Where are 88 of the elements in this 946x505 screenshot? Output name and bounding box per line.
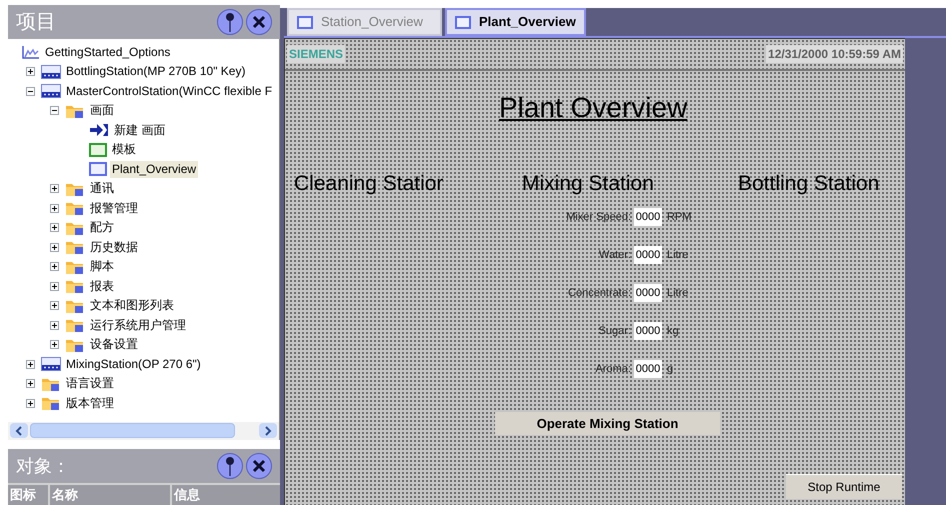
tree-item[interactable]: 配方 [88,219,116,236]
pin-icon [225,12,235,32]
close-button[interactable] [246,8,272,35]
folder-icon [65,278,85,294]
close-icon [252,459,266,474]
value-field[interactable]: 0000 [634,208,662,226]
tree-item[interactable]: 运行系统用户管理 [88,316,188,334]
unit-label: Litre [667,248,688,263]
collapse-toggle[interactable] [26,86,35,96]
screen-tab[interactable]: Plant_Overview [445,8,586,36]
field-label: Sugar: [598,324,631,339]
station-heading: Mixing Station [522,171,654,197]
expand-toggle[interactable] [50,282,59,291]
panel-title: 项目 [16,10,57,35]
close-icon [252,14,266,29]
tree-item[interactable]: 通讯 [88,180,116,198]
value-field[interactable]: 0000 [634,246,662,264]
expand-toggle[interactable] [50,340,59,350]
field-label: Mixer Speed: [565,210,631,225]
expand-toggle[interactable] [50,242,59,252]
folder-icon [41,395,61,412]
stop-button[interactable]: Stop Runtime [786,474,902,499]
tree-item[interactable]: 报警管理 [88,200,140,217]
collapse-toggle[interactable] [50,106,59,116]
scroll-right-button[interactable] [259,423,277,438]
tree-item[interactable]: 版本管理 [64,394,116,412]
tree-item[interactable]: 脚本 [88,258,116,276]
unit-label: RPM [667,210,692,225]
folder-icon [65,200,85,216]
pin-button[interactable] [217,453,243,480]
screen-icon [455,16,471,28]
operate-button[interactable]: Operate Mixing Station [495,412,720,435]
folder-icon [65,317,85,334]
panel-title: 对象： [16,454,71,478]
tree-item[interactable]: 画面 [88,102,116,120]
tree-item[interactable]: MasterControlStation(WinCC flexible F [64,82,274,100]
scroll-thumb[interactable] [30,423,235,438]
expand-toggle[interactable] [50,223,59,232]
value-field[interactable]: 0000 [634,322,662,340]
tree-item[interactable]: 模板 [110,141,138,158]
horizontal-scrollbar[interactable] [8,422,280,440]
chart-icon [22,45,40,60]
panel-icon [41,64,61,79]
tree-item[interactable]: 新建 画面 [112,122,168,139]
station-heading: Bottling Station [738,171,880,197]
tree-item[interactable]: GettingStarted_Options [43,44,172,61]
station-heading: Cleaning Statior [294,171,444,197]
panel-icon [41,84,61,98]
tree-item[interactable]: BottlingStation(MP 270B 10" Key) [64,63,248,80]
tree-item[interactable]: 历史数据 [88,238,140,256]
expand-toggle[interactable] [50,320,59,330]
field-label: Water: [598,248,631,263]
scroll-left-button[interactable] [10,423,28,438]
pin-button[interactable] [217,8,243,35]
expand-toggle[interactable] [26,360,35,369]
chevron-left-icon [15,426,23,436]
tree-item[interactable]: 文本和图形列表 [88,297,176,314]
tree-item[interactable]: Plant_Overview [110,160,198,178]
chevron-right-icon [264,426,272,436]
field-label: Aroma: [594,362,631,377]
expand-toggle[interactable] [50,184,59,194]
tree-item[interactable]: 语言设置 [64,375,116,392]
date-time: 12/31/2000 10:59:59 AM [766,45,903,63]
expand-toggle[interactable] [26,398,35,408]
expand-toggle[interactable] [50,301,59,310]
brand-label: SIEMENS [287,45,346,63]
value-field[interactable]: 0000 [634,284,662,302]
panel-icon [41,357,61,372]
folder-icon [65,239,85,256]
pin-icon [225,456,235,476]
tree-item[interactable]: 报表 [88,278,116,295]
unit-label: g [667,362,674,377]
field-label: Concentrate: [567,286,631,301]
screen-icon [89,162,107,176]
expand-toggle[interactable] [26,379,35,388]
expand-toggle[interactable] [50,204,59,213]
screen-title: Plant Overview [499,91,688,125]
expand-toggle[interactable] [50,262,59,272]
value-field[interactable]: 0000 [634,360,662,378]
unit-label: kg [667,324,679,339]
unit-label: Litre [667,286,688,301]
tree-item[interactable]: MixingStation(OP 270 6") [64,356,203,373]
tree-item[interactable]: 设备设置 [88,336,140,354]
expand-toggle[interactable] [26,67,35,76]
screen-icon [297,16,313,28]
template-icon [89,142,107,157]
arrow-icon [89,123,109,138]
close-button[interactable] [246,453,272,480]
